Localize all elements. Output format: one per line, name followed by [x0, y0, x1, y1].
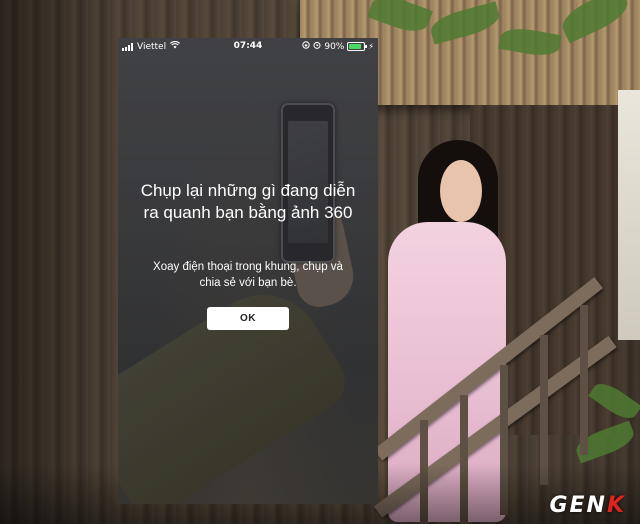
alarm-icon — [313, 41, 321, 52]
phone-screen: Viettel 07:44 90% ⚡ Chụp lại những gì đa… — [118, 38, 378, 504]
person-face — [440, 160, 482, 222]
balcony-baluster — [540, 335, 548, 485]
status-right: 90% ⚡ — [302, 41, 374, 52]
dialog-subtitle: Xoay điện thoại trong khung, chụp và chi… — [153, 261, 343, 289]
window-light — [618, 90, 640, 340]
dialog-headline: Chụp lại những gì đang diễn ra quanh bạn… — [140, 181, 356, 222]
status-bar: Viettel 07:44 90% ⚡ — [118, 38, 378, 54]
charging-bolt-icon: ⚡ — [368, 42, 374, 51]
watermark-accent: K — [606, 493, 626, 518]
battery-icon — [347, 42, 368, 51]
balcony-baluster — [580, 305, 588, 455]
watermark-main: GEN — [549, 493, 607, 518]
battery-percent: 90% — [324, 41, 345, 52]
orientation-lock-icon — [302, 41, 311, 52]
ok-button[interactable]: OK — [207, 307, 289, 330]
battery-level — [349, 44, 362, 49]
genk-watermark-logo: GENK — [549, 493, 626, 518]
